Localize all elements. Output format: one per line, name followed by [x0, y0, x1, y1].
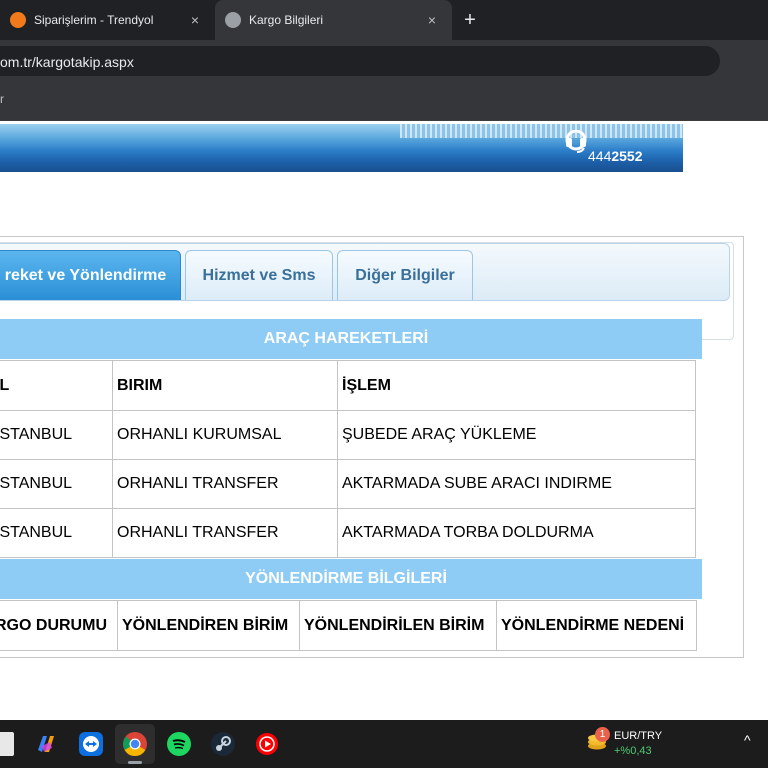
- youtube-icon[interactable]: [255, 732, 279, 756]
- notification-badge: 1: [595, 727, 610, 742]
- yonlendirme-table: RGO DURUMU YÖNLENDİREN BİRİM YÖNLENDİRİL…: [0, 600, 697, 651]
- globe-favicon-icon: [225, 12, 241, 28]
- cell-islem: AKTARMADA SUBE ARACI INDIRME: [337, 459, 696, 509]
- bookmarks-bar: r: [0, 82, 768, 121]
- browser-tabstrip: Siparişlerim - Trendyol × Kargo Bilgiler…: [0, 0, 768, 40]
- currency-pair[interactable]: EUR/TRY: [614, 730, 662, 742]
- column-header: İL: [0, 360, 113, 411]
- tab-hareket-yonlendirme[interactable]: reket ve Yönlendirme: [0, 250, 181, 300]
- cell-birim: ORHANLI TRANSFER: [112, 459, 338, 509]
- chrome-icon[interactable]: [123, 732, 147, 756]
- show-hidden-icons-chevron-icon[interactable]: ^: [744, 732, 751, 748]
- arac-hareketleri-table: İL BIRIM İŞLEM İSTANBUL ORHANLI KURUMSAL…: [0, 360, 696, 558]
- cell-islem: ŞUBEDE ARAÇ YÜKLEME: [337, 410, 696, 460]
- url-text[interactable]: om.tr/kargotakip.aspx: [0, 54, 134, 70]
- browser-tab-trendyol[interactable]: Siparişlerim - Trendyol ×: [0, 0, 215, 40]
- table-header-row: RGO DURUMU YÖNLENDİREN BİRİM YÖNLENDİRİL…: [0, 600, 697, 651]
- currency-change: +%0,43: [614, 745, 652, 757]
- tab-title: Kargo Bilgileri: [249, 13, 324, 27]
- new-tab-button[interactable]: +: [458, 8, 482, 32]
- copilot-icon[interactable]: [34, 732, 58, 756]
- tab-title: Siparişlerim - Trendyol: [34, 13, 154, 27]
- column-header: İŞLEM: [337, 360, 696, 411]
- column-header: RGO DURUMU: [0, 600, 118, 651]
- phone-number: 4442552: [588, 148, 643, 164]
- file-explorer-icon[interactable]: [0, 732, 14, 756]
- address-bar: om.tr/kargotakip.aspx: [0, 40, 768, 82]
- tab-hizmet-sms[interactable]: Hizmet ve Sms: [185, 250, 333, 300]
- cell-islem: AKTARMADA TORBA DOLDURMA: [337, 508, 696, 558]
- table-row: İSTANBUL ORHANLI KURUMSAL ŞUBEDE ARAÇ YÜ…: [0, 410, 696, 460]
- cell-il: İSTANBUL: [0, 508, 113, 558]
- running-indicator: [128, 761, 142, 764]
- column-header: YÖNLENDİREN BİRİM: [117, 600, 300, 651]
- table-row: İSTANBUL ORHANLI TRANSFER AKTARMADA TORB…: [0, 508, 696, 558]
- column-header: BIRIM: [112, 360, 338, 411]
- trendyol-favicon-icon: [10, 12, 26, 28]
- close-tab-icon[interactable]: ×: [185, 12, 205, 28]
- tab-diger-bilgiler[interactable]: Diğer Bilgiler: [337, 250, 473, 300]
- yonlendirme-bilgileri-heading: YÖNLENDİRME BİLGİLERİ: [0, 559, 702, 599]
- cell-il: İSTANBUL: [0, 410, 113, 460]
- spotify-icon[interactable]: [167, 732, 191, 756]
- phone-suffix: 2552: [611, 148, 643, 164]
- browser-tab-kargo[interactable]: Kargo Bilgileri ×: [215, 0, 452, 40]
- table-header-row: İL BIRIM İŞLEM: [0, 360, 696, 411]
- cell-il: İSTANBUL: [0, 459, 113, 509]
- cell-birim: ORHANLI TRANSFER: [112, 508, 338, 558]
- steam-icon[interactable]: [211, 732, 235, 756]
- arac-hareketleri-heading: ARAÇ HAREKETLERİ: [0, 319, 702, 359]
- phone-prefix: 444: [588, 148, 612, 164]
- cell-birim: ORHANLI KURUMSAL: [112, 410, 338, 460]
- table-row: İSTANBUL ORHANLI TRANSFER AKTARMADA SUBE…: [0, 459, 696, 509]
- column-header: YÖNLENDİRME NEDENİ: [496, 600, 697, 651]
- column-header: YÖNLENDİRİLEN BİRİM: [299, 600, 497, 651]
- site-banner: 4442552: [0, 124, 683, 172]
- bookmark-item[interactable]: r: [0, 92, 4, 106]
- close-tab-icon[interactable]: ×: [422, 12, 442, 28]
- teamviewer-icon[interactable]: [79, 732, 103, 756]
- banner-stripes: [400, 124, 683, 138]
